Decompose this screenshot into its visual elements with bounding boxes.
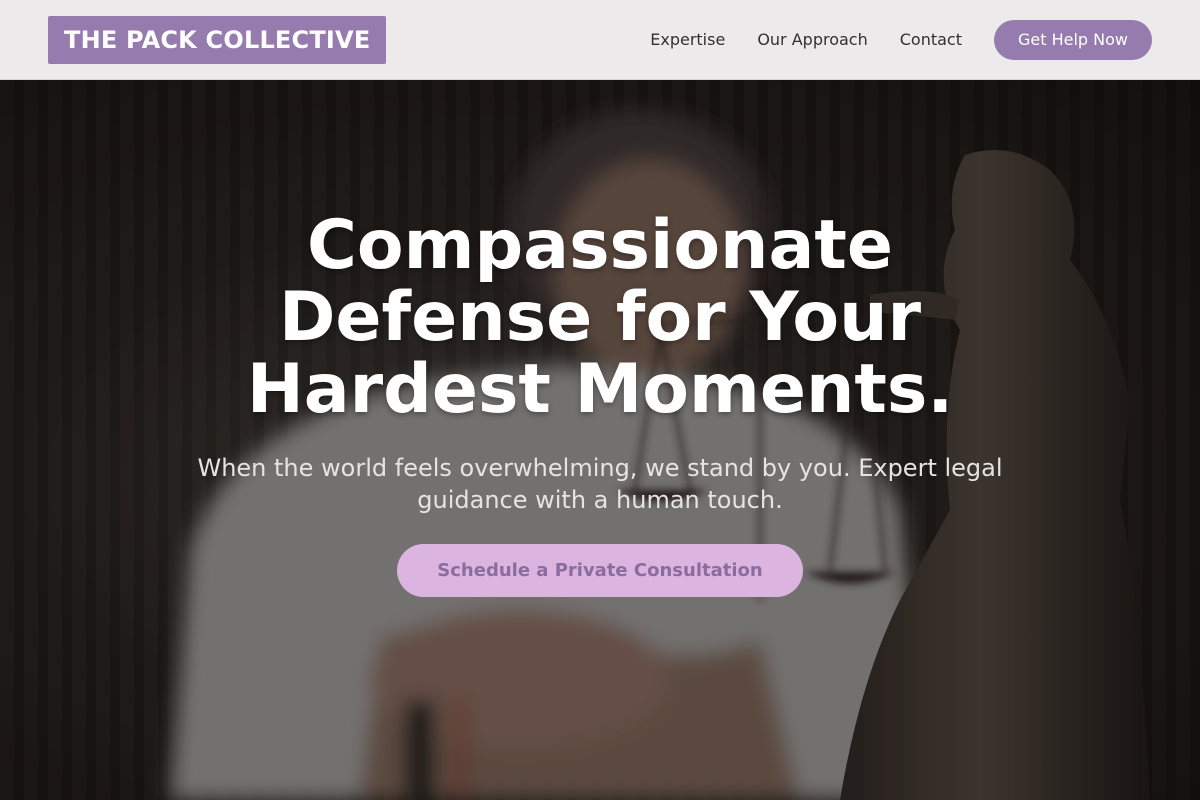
get-help-now-button[interactable]: Get Help Now: [993, 19, 1152, 60]
hero-headline: Compassionate Defense for Your Hardest M…: [246, 206, 954, 429]
nav-link-expertise[interactable]: Expertise: [650, 30, 725, 49]
nav-link-contact[interactable]: Contact: [900, 30, 962, 49]
nav-link-our-approach[interactable]: Our Approach: [757, 30, 867, 49]
hero-subheadline: When the world feels overwhelming, we st…: [197, 454, 1003, 514]
site-header: THE PACK COLLECTIVE Expertise Our Approa…: [0, 0, 1200, 80]
hero-content: Compassionate Defense for Your Hardest M…: [0, 210, 1200, 597]
brand-logo[interactable]: THE PACK COLLECTIVE: [48, 15, 387, 64]
main-nav: Expertise Our Approach Contact Get Help …: [618, 19, 1152, 60]
schedule-consultation-button[interactable]: Schedule a Private Consultation: [397, 544, 803, 597]
hero-section: Compassionate Defense for Your Hardest M…: [0, 80, 1200, 800]
